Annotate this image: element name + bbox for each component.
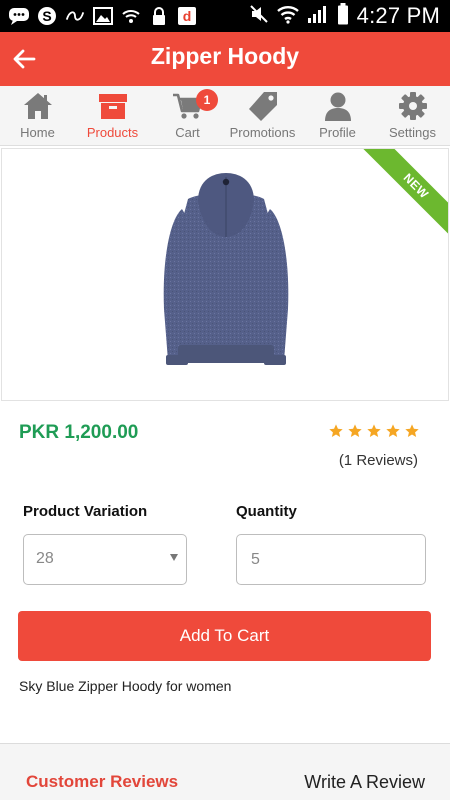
tab-promotions-label: Promotions [229, 125, 296, 140]
tab-profile[interactable]: Profile [300, 86, 375, 146]
status-time: 4:27 PM [356, 3, 440, 28]
caret-down-icon [170, 554, 178, 561]
product-description: Sky Blue Zipper Hoody for women [19, 678, 232, 694]
star-icon [386, 424, 400, 437]
customer-reviews-heading: Customer Reviews [26, 772, 179, 791]
box-icon [98, 94, 127, 119]
tab-profile-label: Profile [319, 125, 356, 140]
battery-icon [337, 2, 349, 30]
variation-value: 28 [36, 550, 54, 567]
product-image[interactable]: NEW [1, 148, 449, 401]
star-icon [367, 424, 381, 437]
tab-products-label: Products [86, 125, 139, 140]
product-variation-label: Product Variation [23, 503, 148, 520]
status-bar: S d 4:27 PM [0, 0, 450, 32]
person-icon [324, 92, 351, 121]
star-icon [405, 424, 419, 437]
link-icon [64, 5, 86, 27]
skype-icon: S [36, 5, 58, 27]
star-icon [348, 424, 362, 437]
home-icon [23, 93, 52, 119]
notification-icons: S d [8, 5, 198, 27]
tab-settings[interactable]: Settings [375, 86, 450, 146]
reviews-section: Customer Reviews Write A Review [0, 743, 450, 800]
tab-cart-label: Cart [175, 125, 200, 140]
app-bar: Zipper Hoody [0, 32, 450, 86]
tab-products[interactable]: Products [75, 86, 150, 146]
svg-text:d: d [183, 8, 192, 24]
tab-home[interactable]: Home [0, 86, 75, 146]
star-icon [329, 424, 343, 437]
tab-settings-label: Settings [389, 125, 436, 140]
signal-icon [307, 4, 329, 29]
svg-text:S: S [42, 8, 51, 24]
cart-count-badge: 1 [196, 89, 218, 111]
tab-home-label: Home [20, 125, 55, 140]
star-rating [328, 423, 420, 439]
reviews-count[interactable]: (1 Reviews) [339, 452, 418, 469]
add-to-cart-button[interactable]: Add To Cart [18, 611, 431, 661]
d-app-icon: d [176, 5, 198, 27]
wifi-signal-icon [276, 4, 299, 29]
quantity-label: Quantity [236, 503, 297, 520]
tag-icon [248, 92, 277, 121]
chat-icon [8, 5, 30, 27]
new-ribbon: NEW [348, 149, 448, 249]
lock-icon [148, 5, 170, 27]
new-ribbon-label: NEW [358, 149, 448, 244]
write-review-button[interactable]: Write A Review [304, 772, 425, 793]
gear-icon [398, 92, 427, 120]
tab-cart[interactable]: 1 Cart [150, 86, 225, 146]
quantity-input[interactable] [236, 534, 426, 585]
system-icons: 4:27 PM [249, 2, 440, 30]
page-title: Zipper Hoody [150, 43, 300, 69]
mute-icon [249, 4, 269, 29]
tab-navigation: Home Products 1 Cart Promotions Profile [0, 86, 450, 146]
tab-promotions[interactable]: Promotions [225, 86, 300, 146]
product-variation-select[interactable]: 28 [23, 534, 187, 585]
image-icon [92, 5, 114, 27]
product-price: PKR 1,200.00 [19, 422, 139, 443]
wifi-icon [120, 5, 142, 27]
